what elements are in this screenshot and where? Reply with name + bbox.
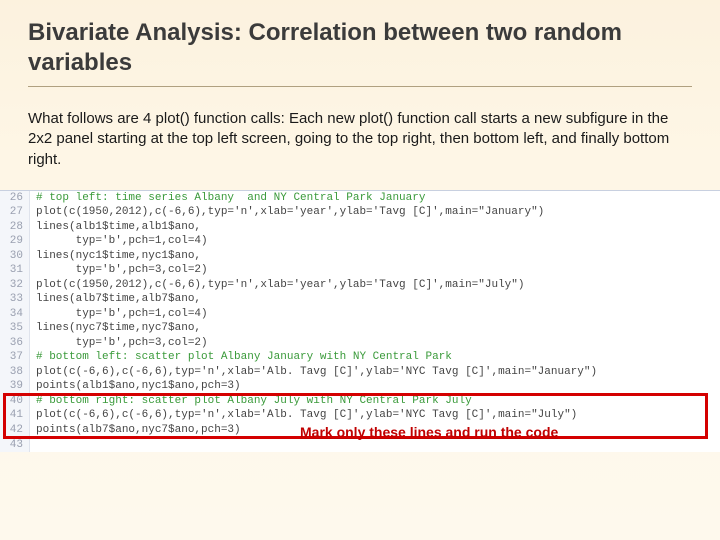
code-line: 28lines(alb1$time,alb1$ano, [0,220,720,235]
code-line: 31 typ='b',pch=3,col=2) [0,263,720,278]
code-text: lines(nyc7$time,nyc7$ano, [30,321,201,336]
code-line: 40# bottom right: scatter plot Albany Ju… [0,394,720,409]
line-number: 30 [0,249,30,264]
code-line: 29 typ='b',pch=1,col=4) [0,234,720,249]
code-text: typ='b',pch=1,col=4) [30,307,208,322]
line-number: 43 [0,438,30,453]
line-number: 40 [0,394,30,409]
line-number: 42 [0,423,30,438]
code-line: 41plot(c(-6,6),c(-6,6),typ='n',xlab='Alb… [0,408,720,423]
code-text: # bottom left: scatter plot Albany Janua… [30,350,452,365]
line-number: 41 [0,408,30,423]
slide-body-text: What follows are 4 plot() function calls… [28,109,692,170]
code-line: 30lines(nyc1$time,nyc1$ano, [0,249,720,264]
code-text: lines(alb7$time,alb7$ano, [30,292,201,307]
code-text: plot(c(-6,6),c(-6,6),typ='n',xlab='Alb. … [30,408,577,423]
code-text: typ='b',pch=3,col=2) [30,336,208,351]
code-text: plot(c(-6,6),c(-6,6),typ='n',xlab='Alb. … [30,365,597,380]
slide-container: Bivariate Analysis: Correlation between … [0,0,720,452]
code-line: 33lines(alb7$time,alb7$ano, [0,292,720,307]
code-text: # top left: time series Albany and NY Ce… [30,191,425,206]
line-number: 28 [0,220,30,235]
code-text: plot(c(1950,2012),c(-6,6),typ='n',xlab='… [30,205,544,220]
code-block: 26# top left: time series Albany and NY … [0,190,720,452]
code-line: 37# bottom left: scatter plot Albany Jan… [0,350,720,365]
code-line: 26# top left: time series Albany and NY … [0,191,720,206]
code-text: typ='b',pch=3,col=2) [30,263,208,278]
code-line: 36 typ='b',pch=3,col=2) [0,336,720,351]
line-number: 37 [0,350,30,365]
line-number: 35 [0,321,30,336]
line-number: 33 [0,292,30,307]
line-number: 26 [0,191,30,206]
line-number: 38 [0,365,30,380]
line-number: 27 [0,205,30,220]
line-number: 31 [0,263,30,278]
code-line: 27plot(c(1950,2012),c(-6,6),typ='n',xlab… [0,205,720,220]
code-line: 39points(alb1$ano,nyc1$ano,pch=3) [0,379,720,394]
code-text: lines(alb1$time,alb1$ano, [30,220,201,235]
line-number: 39 [0,379,30,394]
code-line: 35lines(nyc7$time,nyc7$ano, [0,321,720,336]
line-number: 34 [0,307,30,322]
line-number: 32 [0,278,30,293]
annotation-text: Mark only these lines and run the code [300,423,558,441]
slide-title: Bivariate Analysis: Correlation between … [28,18,692,87]
code-text: points(alb7$ano,nyc7$ano,pch=3) [30,423,241,438]
code-text: typ='b',pch=1,col=4) [30,234,208,249]
code-text: lines(nyc1$time,nyc1$ano, [30,249,201,264]
line-number: 29 [0,234,30,249]
code-line: 34 typ='b',pch=1,col=4) [0,307,720,322]
code-text: plot(c(1950,2012),c(-6,6),typ='n',xlab='… [30,278,524,293]
code-text [30,438,36,453]
code-line: 32plot(c(1950,2012),c(-6,6),typ='n',xlab… [0,278,720,293]
code-text: points(alb1$ano,nyc1$ano,pch=3) [30,379,241,394]
code-text: # bottom right: scatter plot Albany July… [30,394,472,409]
line-number: 36 [0,336,30,351]
code-line: 38plot(c(-6,6),c(-6,6),typ='n',xlab='Alb… [0,365,720,380]
